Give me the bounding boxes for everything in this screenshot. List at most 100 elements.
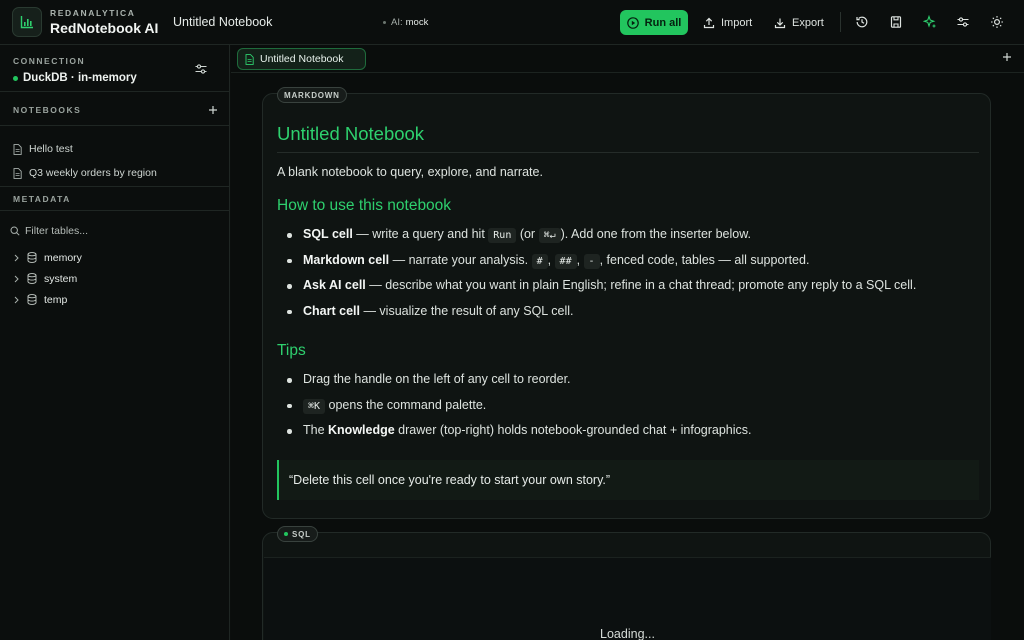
markdown-title: Untitled Notebook <box>277 122 979 153</box>
list-item: Chart cell — visualize the result of any… <box>277 299 979 325</box>
notebook-item[interactable]: Hello test <box>13 137 218 161</box>
ai-status-dot <box>383 20 386 24</box>
inline-code: # <box>531 253 548 269</box>
text: — describe what you want in plain Englis… <box>365 278 917 292</box>
download-icon <box>774 18 786 28</box>
add-tab-icon[interactable] <box>1002 52 1012 62</box>
export-button[interactable]: Export <box>774 10 824 35</box>
history-icon[interactable] <box>853 13 871 31</box>
filter-tables-input[interactable] <box>25 225 195 237</box>
settings-sliders-icon[interactable] <box>954 13 972 31</box>
inline-code: - <box>583 253 600 269</box>
sidebar-divider <box>0 186 230 187</box>
markdown-heading-tips: Tips <box>277 342 306 359</box>
notebook-list: Hello test Q3 weekly orders by region <box>13 137 218 185</box>
import-label: Import <box>721 16 753 29</box>
schema-label: temp <box>44 293 68 306</box>
markdown-lead: A blank notebook to query, explore, and … <box>277 165 543 179</box>
connection-value[interactable]: DuckDB · in-memory <box>13 72 218 84</box>
text: — narrate your analysis. <box>389 252 532 267</box>
schema-item-system[interactable]: system <box>13 268 218 289</box>
markdown-cell[interactable]: MARKDOWN Untitled Notebook A blank noteb… <box>262 87 991 519</box>
bold-text: SQL cell <box>303 227 353 241</box>
sparkle-icon[interactable] <box>921 13 939 31</box>
brand: REDANALYTICA RedNotebook AI <box>12 7 172 37</box>
save-icon[interactable] <box>887 13 905 31</box>
bold-text: Chart cell <box>303 303 360 318</box>
export-label: Export <box>792 16 824 29</box>
sidebar-divider <box>0 125 230 126</box>
metadata-label: METADATA <box>13 194 71 204</box>
bold-text: Markdown cell <box>303 252 390 267</box>
sidebar-divider <box>0 91 230 92</box>
text: Drag the handle on the left of any cell … <box>303 372 571 386</box>
search-icon <box>10 226 20 236</box>
bold-text: Ask AI cell <box>303 278 366 292</box>
schema-tree: memory system temp <box>13 247 218 310</box>
bold-text: Knowledge <box>328 423 395 437</box>
notebooks-label: NOTEBOOKS <box>13 105 82 115</box>
header-divider <box>840 12 841 32</box>
list-item: Ask AI cell — describe what you want in … <box>277 273 979 299</box>
theme-sun-icon[interactable] <box>988 13 1006 31</box>
text: (or <box>516 227 539 241</box>
play-icon <box>626 16 639 29</box>
connection-name: DuckDB · in-memory <box>23 72 137 84</box>
table-filter <box>10 220 218 242</box>
tab-untitled-notebook[interactable]: Untitled Notebook <box>237 48 366 70</box>
cell-type-badge: SQL <box>277 526 318 542</box>
list-item: Drag the handle on the left of any cell … <box>277 367 979 393</box>
ai-provider: mock <box>405 16 429 28</box>
file-icon <box>13 167 22 179</box>
sidebar: CONNECTION DuckDB · in-memory NOTEBOOKS … <box>0 45 230 640</box>
brand-name: RedNotebook AI <box>50 19 159 36</box>
notebook-item-label: Hello test <box>29 143 73 155</box>
chevron-right-icon[interactable] <box>13 275 25 283</box>
list-item: The Knowledge drawer (top-right) holds n… <box>277 418 979 444</box>
list-item: Markdown cell — narrate your analysis. #… <box>277 248 979 274</box>
text: , <box>547 252 555 267</box>
chevron-right-icon[interactable] <box>13 254 25 262</box>
notebook-item-label: Q3 weekly orders by region <box>29 167 157 179</box>
tab-bar: Untitled Notebook <box>231 45 1024 73</box>
list-item: SQL cell — write a query and hit Run (or… <box>277 222 979 248</box>
usage-list: SQL cell — write a query and hit Run (or… <box>277 222 979 324</box>
run-all-button[interactable]: Run all <box>620 10 688 35</box>
text: drawer (top-right) holds notebook-ground… <box>394 423 752 437</box>
sql-status-dot <box>284 532 288 536</box>
file-icon <box>13 143 22 155</box>
connection-settings-icon[interactable] <box>194 62 208 79</box>
ai-status[interactable]: AI: mock <box>383 17 428 28</box>
app-header: REDANALYTICA RedNotebook AI Untitled Not… <box>0 0 1024 45</box>
markdown-heading-usage: How to use this notebook <box>277 197 452 214</box>
inline-code: ## <box>554 253 577 269</box>
loading-text: Loading... <box>600 627 655 640</box>
schema-item-memory[interactable]: memory <box>13 247 218 268</box>
text: — visualize the result of any SQL cell. <box>359 303 574 318</box>
connection-section: CONNECTION DuckDB · in-memory <box>13 56 218 84</box>
database-icon <box>27 252 37 263</box>
notebook-title[interactable]: Untitled Notebook <box>173 15 383 29</box>
list-item: ⌘K opens the command palette. <box>277 393 979 419</box>
inline-code: ⌘K <box>303 398 326 414</box>
sidebar-divider <box>0 210 230 211</box>
notebook-canvas: Untitled Notebook MARKDOWN Untitled Note… <box>231 45 1024 640</box>
inline-code: ⌘↵ <box>538 228 561 243</box>
schema-item-temp[interactable]: temp <box>13 289 218 310</box>
connection-label: CONNECTION <box>13 56 86 66</box>
chevron-right-icon[interactable] <box>13 296 25 304</box>
import-button[interactable]: Import <box>703 10 752 35</box>
add-notebook-icon[interactable] <box>208 105 218 115</box>
notebook-item[interactable]: Q3 weekly orders by region <box>13 161 218 185</box>
brand-eyebrow: REDANALYTICA <box>50 8 136 19</box>
blockquote: “Delete this cell once you're ready to s… <box>277 459 979 500</box>
cell-type-badge: MARKDOWN <box>277 87 347 103</box>
schema-label: memory <box>44 251 82 264</box>
text: opens the command palette. <box>325 397 487 412</box>
sql-cell[interactable]: SQL Loading... <box>262 526 991 640</box>
inline-code: Run <box>488 228 517 243</box>
connection-status-dot <box>13 75 18 81</box>
sql-badge-label: SQL <box>292 529 311 539</box>
text: ). Add one from the inserter below. <box>560 227 752 241</box>
markdown-content: Untitled Notebook A blank notebook to qu… <box>277 122 979 500</box>
